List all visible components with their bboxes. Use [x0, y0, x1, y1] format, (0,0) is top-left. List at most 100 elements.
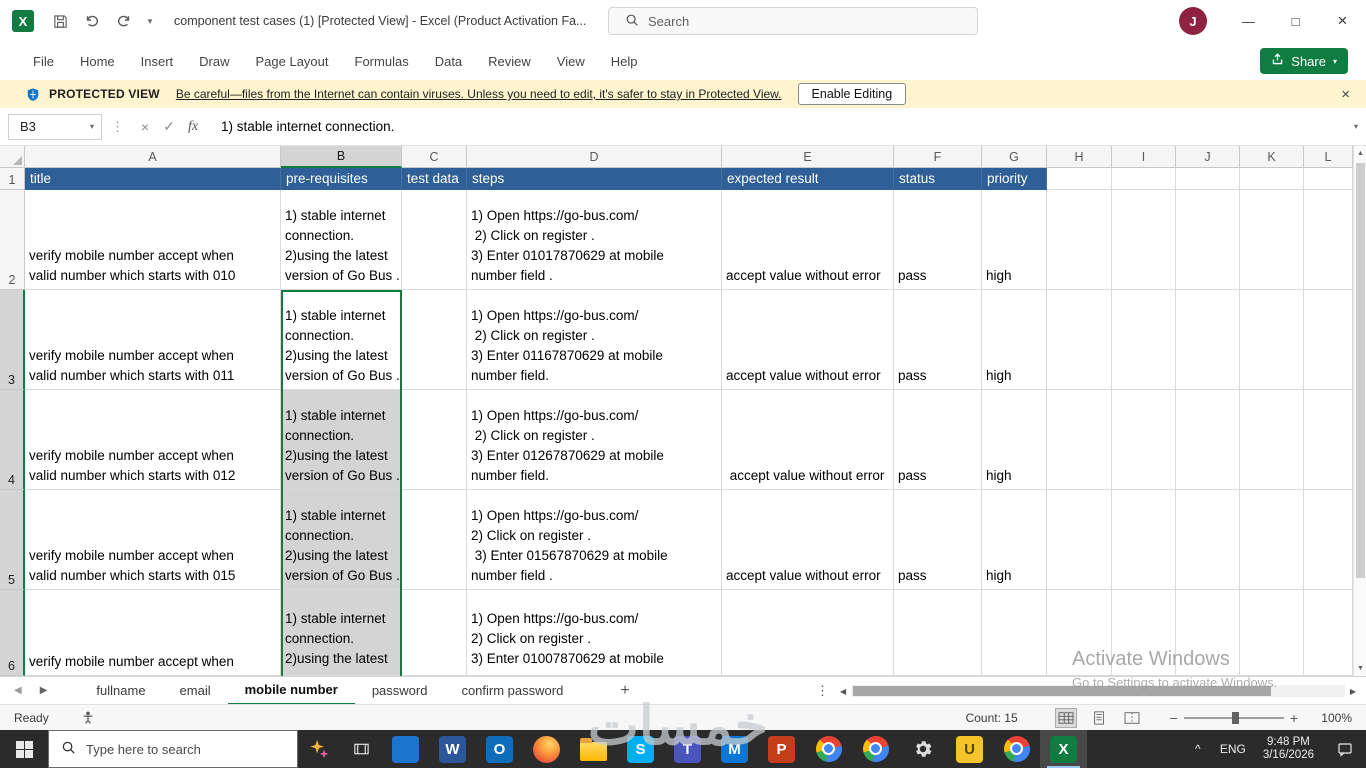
- enable-editing-button[interactable]: Enable Editing: [797, 83, 907, 105]
- cell-E6[interactable]: [722, 590, 894, 676]
- close-button[interactable]: ×: [1319, 0, 1366, 42]
- expand-formula-bar-icon[interactable]: ▾: [1354, 122, 1358, 131]
- horizontal-scrollbar[interactable]: ◀ ▶: [840, 684, 1356, 698]
- cell-C2[interactable]: [402, 190, 467, 290]
- normal-view-icon[interactable]: [1054, 707, 1077, 728]
- cell-I6[interactable]: [1112, 590, 1176, 676]
- page-layout-view-icon[interactable]: [1089, 709, 1109, 727]
- zoom-out-icon[interactable]: −: [1164, 710, 1184, 726]
- cell-A3[interactable]: verify mobile number accept when valid n…: [25, 290, 281, 390]
- column-header-H[interactable]: H: [1047, 146, 1112, 168]
- cell-A6[interactable]: verify mobile number accept when: [25, 590, 281, 676]
- cell-D1[interactable]: steps: [467, 168, 722, 190]
- tab-overflow-icon[interactable]: ⋮: [816, 683, 829, 699]
- prev-sheet-icon[interactable]: ◀: [14, 685, 22, 696]
- cell-C3[interactable]: [402, 290, 467, 390]
- notes-app-icon[interactable]: U: [946, 730, 993, 768]
- scroll-up-icon[interactable]: ▲: [1354, 146, 1366, 161]
- redo-icon[interactable]: [108, 6, 140, 36]
- column-header-I[interactable]: I: [1112, 146, 1176, 168]
- cell-J3[interactable]: [1176, 290, 1240, 390]
- cell-F4[interactable]: pass: [894, 390, 982, 490]
- sheet-tab-confirm-password[interactable]: confirm password: [444, 677, 580, 705]
- chrome-icon-3[interactable]: [993, 730, 1040, 768]
- column-header-K[interactable]: K: [1240, 146, 1304, 168]
- cell-D5[interactable]: 1) Open https://go-bus.com/ 2) Click on …: [467, 490, 722, 590]
- vertical-scrollbar-thumb[interactable]: [1356, 163, 1365, 578]
- cell-A1[interactable]: title: [25, 168, 281, 190]
- word-icon[interactable]: W: [429, 730, 476, 768]
- column-header-A[interactable]: A: [25, 146, 281, 168]
- cell-B2[interactable]: 1) stable internet connection. 2)using t…: [281, 190, 402, 290]
- menu-page-layout[interactable]: Page Layout: [243, 42, 342, 80]
- store-icon[interactable]: [382, 730, 429, 768]
- language-indicator[interactable]: ENG: [1213, 742, 1253, 756]
- column-header-C[interactable]: C: [402, 146, 467, 168]
- cell-L1[interactable]: [1304, 168, 1353, 190]
- cell-L4[interactable]: [1304, 390, 1353, 490]
- cell-K2[interactable]: [1240, 190, 1304, 290]
- menu-help[interactable]: Help: [598, 42, 651, 80]
- powerpoint-icon[interactable]: P: [758, 730, 805, 768]
- chrome-icon-2[interactable]: [852, 730, 899, 768]
- cell-D4[interactable]: 1) Open https://go-bus.com/ 2) Click on …: [467, 390, 722, 490]
- accessibility-icon[interactable]: [81, 710, 95, 725]
- notification-center-icon[interactable]: [1324, 741, 1366, 757]
- cell-I1[interactable]: [1112, 168, 1176, 190]
- row-header-4[interactable]: 4: [0, 390, 25, 490]
- cell-G5[interactable]: high: [982, 490, 1047, 590]
- skype-icon[interactable]: S: [617, 730, 664, 768]
- cell-A2[interactable]: verify mobile number accept when valid n…: [25, 190, 281, 290]
- select-all-corner[interactable]: [0, 146, 25, 168]
- excel-taskbar-icon[interactable]: X: [1040, 730, 1087, 768]
- cell-G3[interactable]: high: [982, 290, 1047, 390]
- new-sheet-icon[interactable]: +: [620, 682, 629, 700]
- sheet-tab-mobile-number[interactable]: mobile number: [227, 677, 355, 705]
- menu-view[interactable]: View: [544, 42, 598, 80]
- cell-H3[interactable]: [1047, 290, 1112, 390]
- cell-G2[interactable]: high: [982, 190, 1047, 290]
- formula-input[interactable]: 1) stable internet connection.: [221, 119, 394, 134]
- column-header-J[interactable]: J: [1176, 146, 1240, 168]
- cell-B4[interactable]: 1) stable internet connection. 2)using t…: [281, 390, 402, 490]
- cancel-entry-icon[interactable]: ×: [133, 119, 157, 135]
- horizontal-scrollbar-thumb[interactable]: [853, 686, 1272, 696]
- save-icon[interactable]: [44, 6, 76, 36]
- sheet-tab-fullname[interactable]: fullname: [79, 677, 162, 705]
- customize-toolbar-caret-icon[interactable]: ▾: [140, 6, 160, 36]
- file-explorer-icon[interactable]: [570, 730, 617, 768]
- cell-K6[interactable]: [1240, 590, 1304, 676]
- cell-G1[interactable]: priority: [982, 168, 1047, 190]
- settings-icon[interactable]: [899, 730, 946, 768]
- share-button[interactable]: Share ▾: [1260, 48, 1348, 74]
- menu-formulas[interactable]: Formulas: [342, 42, 422, 80]
- column-header-F[interactable]: F: [894, 146, 982, 168]
- cell-D3[interactable]: 1) Open https://go-bus.com/ 2) Click on …: [467, 290, 722, 390]
- chrome-icon[interactable]: [805, 730, 852, 768]
- search-highlights-icon[interactable]: [298, 730, 340, 768]
- cell-H2[interactable]: [1047, 190, 1112, 290]
- cell-K5[interactable]: [1240, 490, 1304, 590]
- cell-D6[interactable]: 1) Open https://go-bus.com/ 2) Click on …: [467, 590, 722, 676]
- search-box[interactable]: Search: [608, 7, 978, 35]
- cell-L6[interactable]: [1304, 590, 1353, 676]
- row-header-2[interactable]: 2: [0, 190, 25, 290]
- cell-B3-active[interactable]: 1) stable internet connection. 2)using t…: [281, 290, 402, 390]
- cell-C6[interactable]: [402, 590, 467, 676]
- cell-L3[interactable]: [1304, 290, 1353, 390]
- column-header-G[interactable]: G: [982, 146, 1047, 168]
- menu-home[interactable]: Home: [67, 42, 128, 80]
- scroll-left-icon[interactable]: ◀: [840, 687, 846, 696]
- undo-icon[interactable]: [76, 6, 108, 36]
- menu-insert[interactable]: Insert: [128, 42, 187, 80]
- zoom-level[interactable]: 100%: [1314, 711, 1352, 725]
- name-box-caret-icon[interactable]: ▾: [90, 122, 94, 131]
- cell-J2[interactable]: [1176, 190, 1240, 290]
- sheet-tab-password[interactable]: password: [355, 677, 445, 705]
- cell-B6[interactable]: 1) stable internet connection. 2)using t…: [281, 590, 402, 676]
- cell-G4[interactable]: high: [982, 390, 1047, 490]
- cell-G6[interactable]: [982, 590, 1047, 676]
- cell-H6[interactable]: [1047, 590, 1112, 676]
- cell-J6[interactable]: [1176, 590, 1240, 676]
- cell-E2[interactable]: accept value without error: [722, 190, 894, 290]
